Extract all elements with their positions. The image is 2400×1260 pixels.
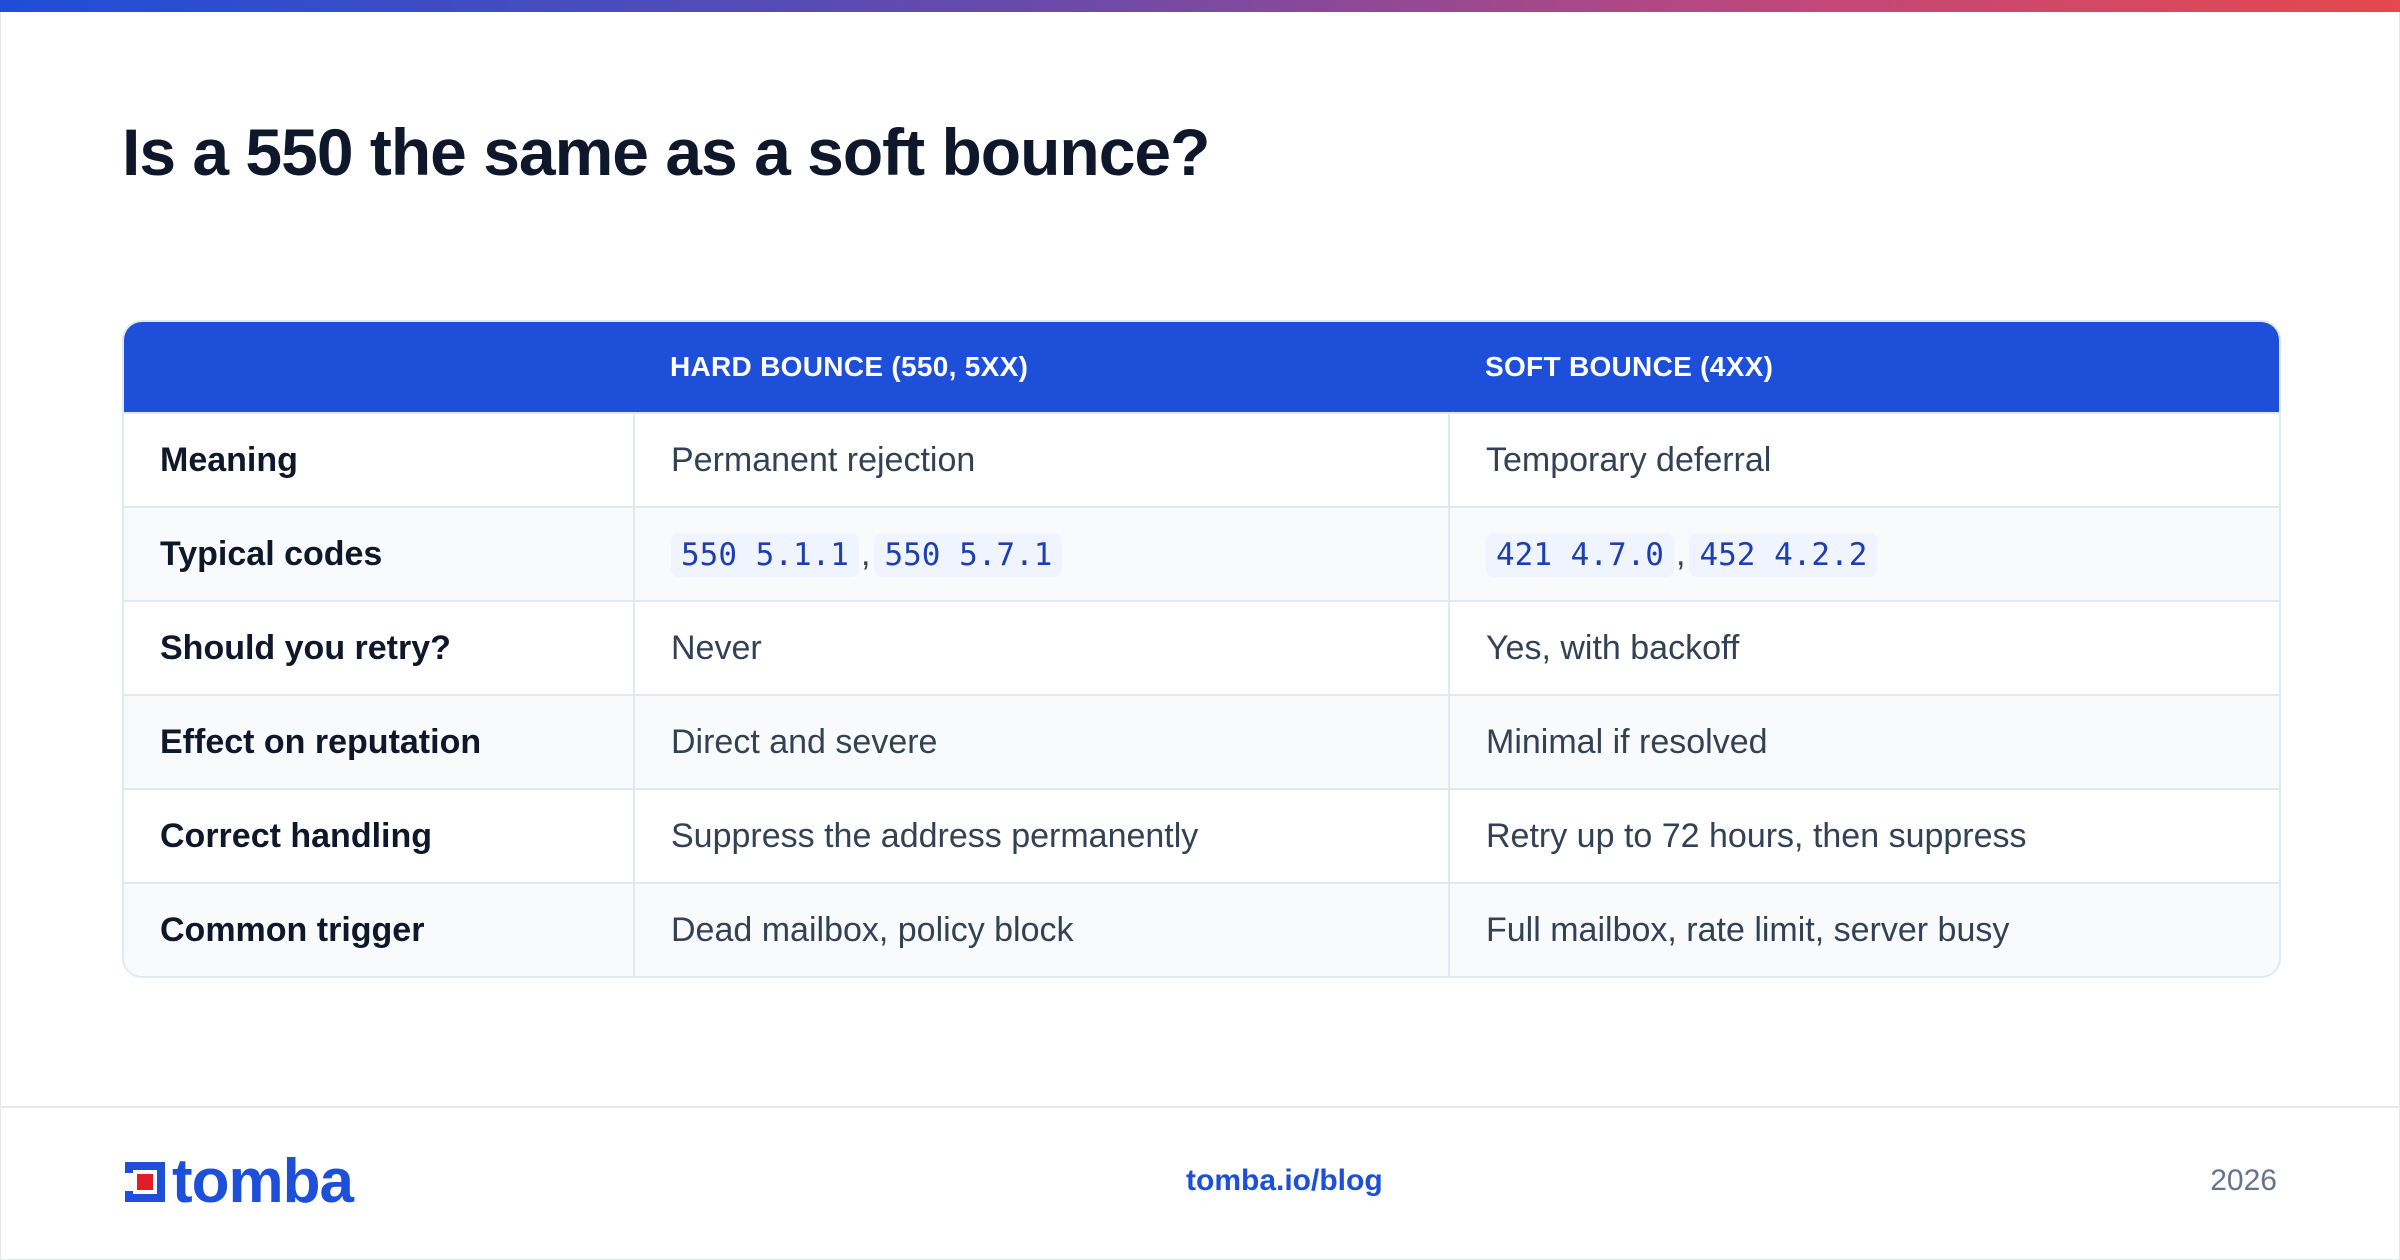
- hard-should-retry: Never: [633, 600, 1449, 695]
- hard-handling: Suppress the address permanently: [633, 788, 1449, 883]
- soft-handling: Retry up to 72 hours, then suppress: [1448, 788, 2279, 883]
- row-label-meaning: Meaning: [124, 412, 634, 507]
- comparison-table: HARD BOUNCE (550, 5XX) SOFT BOUNCE (4XX)…: [122, 320, 2281, 978]
- row-label-handling: Correct handling: [124, 788, 634, 883]
- hard-typical-codes: 550 5.1.1, 550 5.7.1: [633, 506, 1449, 601]
- code-chip: 550 5.7.1: [874, 532, 1063, 577]
- code-separator: ,: [1675, 534, 1686, 573]
- page-title: Is a 550 the same as a soft bounce?: [122, 115, 1210, 189]
- soft-trigger: Full mailbox, rate limit, server busy: [1448, 882, 2279, 976]
- table-header-row: HARD BOUNCE (550, 5XX) SOFT BOUNCE (4XX): [124, 322, 2279, 413]
- tomba-logo[interactable]: tomba: [122, 1147, 354, 1216]
- soft-typical-codes: 421 4.7.0, 452 4.2.2: [1448, 506, 2279, 601]
- code-chip: 421 4.7.0: [1486, 532, 1674, 577]
- row-label-reputation: Effect on reputation: [124, 694, 634, 789]
- blog-link[interactable]: tomba.io/blog: [1186, 1164, 1383, 1198]
- row-label-typical-codes: Typical codes: [124, 506, 634, 601]
- table-row: Should you retry? Never Yes, with backof…: [124, 600, 2279, 695]
- row-label-trigger: Common trigger: [124, 882, 634, 976]
- soft-should-retry: Yes, with backoff: [1448, 600, 2279, 695]
- table-row: Meaning Permanent rejection Temporary de…: [124, 412, 2279, 507]
- logo-wordmark: tomba: [172, 1147, 354, 1216]
- table-row: Effect on reputation Direct and severe M…: [124, 694, 2279, 789]
- soft-reputation: Minimal if resolved: [1448, 694, 2279, 789]
- code-separator: ,: [860, 534, 871, 573]
- table-row: Typical codes 550 5.1.1, 550 5.7.1 421 4.…: [124, 506, 2279, 601]
- table-row: Correct handling Suppress the address pe…: [124, 788, 2279, 883]
- hard-reputation: Direct and severe: [633, 694, 1449, 789]
- hard-trigger: Dead mailbox, policy block: [633, 882, 1449, 976]
- soft-meaning: Temporary deferral: [1448, 412, 2279, 507]
- top-gradient-bar: [0, 0, 2400, 12]
- table-row: Common trigger Dead mailbox, policy bloc…: [124, 882, 2279, 976]
- footer-year: 2026: [2210, 1164, 2277, 1197]
- hard-meaning: Permanent rejection: [633, 412, 1449, 507]
- row-label-should-retry: Should you retry?: [124, 600, 634, 695]
- header-soft-bounce: SOFT BOUNCE (4XX): [1449, 322, 2279, 413]
- tomba-logo-mark-icon: [122, 1162, 165, 1202]
- footer-divider: [0, 1106, 2400, 1108]
- header-hard-bounce: HARD BOUNCE (550, 5XX): [634, 322, 1449, 413]
- code-chip: 550 5.1.1: [671, 532, 859, 577]
- code-chip: 452 4.2.2: [1689, 532, 1878, 577]
- header-empty-cell: [124, 322, 634, 413]
